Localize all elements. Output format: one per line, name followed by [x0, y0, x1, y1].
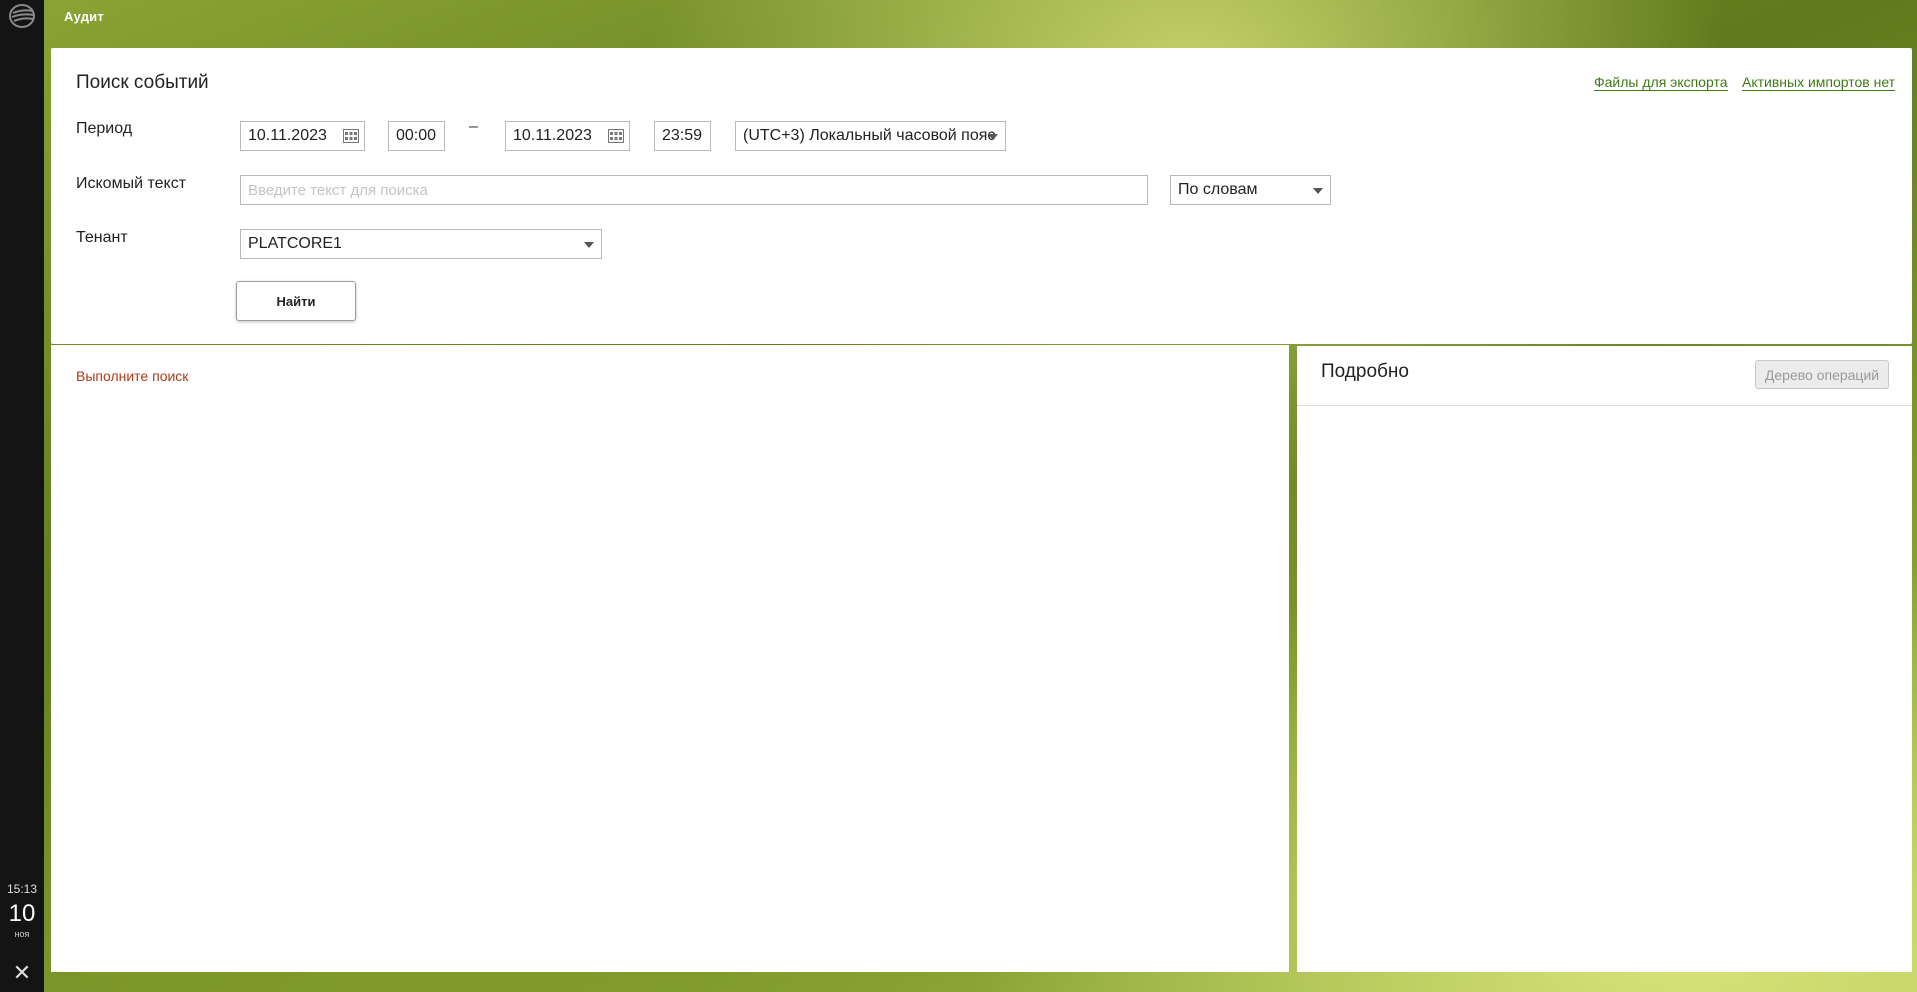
chevron-down-icon [584, 242, 594, 248]
timezone-select[interactable]: (UTC+3) Локальный часовой пояс [735, 121, 1006, 151]
clock: 15:13 10 ноя [0, 880, 44, 940]
results-hint: Выполните поиск [76, 368, 189, 384]
match-mode-select[interactable]: По словам [1170, 175, 1331, 205]
period-label: Период [76, 120, 133, 137]
app-title: Аудит [64, 9, 104, 24]
calendar-icon[interactable] [608, 129, 624, 143]
search-input[interactable] [240, 175, 1148, 205]
find-button[interactable]: Найти [236, 281, 356, 321]
clock-day: 10 [8, 900, 36, 927]
date-to-field[interactable]: 10.11.2023 [505, 121, 630, 151]
operations-tree-button[interactable]: Дерево операций [1755, 360, 1889, 389]
time-from-field[interactable]: 00:00 [388, 121, 445, 151]
match-mode-value: По словам [1178, 181, 1258, 198]
chevron-down-icon [988, 134, 998, 140]
timezone-value: (UTC+3) Локальный часовой пояс [743, 127, 996, 144]
date-to-value: 10.11.2023 [513, 127, 592, 144]
clock-time: 15:13 [6, 882, 38, 896]
details-panel: Подробно Дерево операций [1297, 346, 1912, 972]
left-rail: 15:13 10 ноя ✕ [0, 0, 44, 992]
chevron-down-icon [1313, 188, 1323, 194]
page-title: Поиск событий [76, 72, 209, 93]
calendar-icon[interactable] [343, 129, 359, 143]
close-icon[interactable]: ✕ [10, 963, 34, 985]
details-title: Подробно [1321, 361, 1409, 382]
bank-logo-icon[interactable] [8, 3, 36, 29]
details-divider [1297, 405, 1912, 406]
clock-month: ноя [14, 929, 30, 939]
tenant-select[interactable]: PLATCORE1 [240, 229, 602, 259]
date-from-field[interactable]: 10.11.2023 [240, 121, 365, 151]
time-to-field[interactable]: 23:59 [654, 121, 711, 151]
tenant-label: Тенант [76, 229, 128, 246]
date-from-value: 10.11.2023 [248, 127, 327, 144]
active-imports-link[interactable]: Активных импортов нет [1742, 74, 1896, 91]
export-files-link[interactable]: Файлы для экспорта [1594, 74, 1728, 91]
range-dash: – [469, 118, 478, 135]
search-panel: Поиск событий Файлы для экспорта Активны… [51, 48, 1912, 344]
results-panel: Выполните поиск [51, 345, 1289, 972]
search-text-label: Искомый текст [76, 175, 187, 192]
tenant-value: PLATCORE1 [248, 235, 342, 252]
